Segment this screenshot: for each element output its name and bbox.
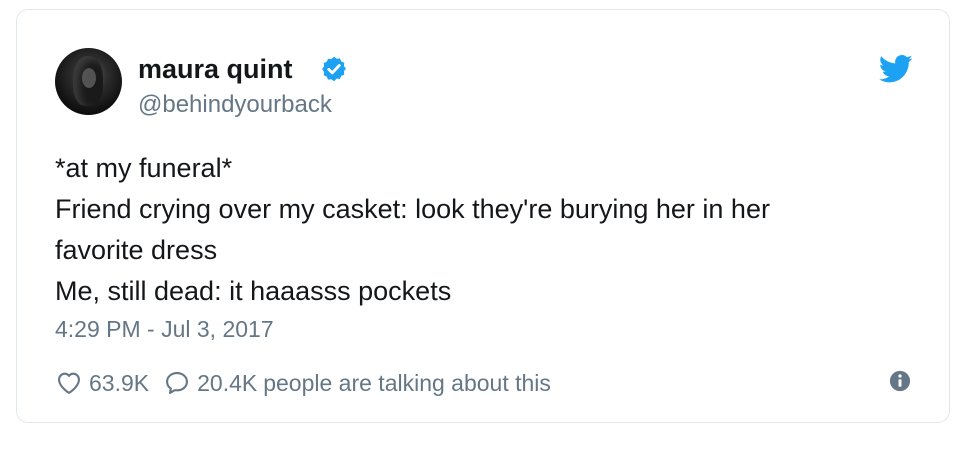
speech-bubble-icon [166, 372, 189, 394]
twitter-bird-icon[interactable] [879, 54, 913, 84]
tweet-text: *at my funeral* Friend crying over my ca… [55, 148, 915, 312]
tweet-line: favorite dress [55, 235, 218, 265]
tweet-card[interactable]: maura quint @behindyourback *at my funer… [16, 9, 950, 423]
tweet-line: Friend crying over my casket: look they'… [55, 194, 770, 224]
avatar[interactable] [55, 48, 122, 115]
tweet-line: Me, still dead: it haaasss pockets [55, 276, 452, 306]
author-display-name[interactable]: maura quint [138, 54, 293, 84]
reply-count: 20.4K [197, 369, 258, 396]
like-button[interactable]: 63.9K [55, 369, 149, 397]
heart-icon [58, 372, 80, 394]
like-count: 63.9K [89, 369, 150, 396]
tweet-line: *at my funeral* [55, 153, 233, 183]
author-handle[interactable]: @behindyourback [138, 90, 332, 120]
tweet-actions: 63.9K 20.4K people are talking about thi… [55, 367, 551, 399]
talking-about-label: people are talking about this [263, 369, 551, 396]
verified-badge-icon [322, 56, 346, 82]
tweet-timestamp[interactable]: 4:29 PM - Jul 3, 2017 [55, 314, 274, 344]
info-icon[interactable] [889, 370, 911, 392]
avatar-face [82, 68, 96, 88]
reply-button[interactable]: 20.4K people are talking about this [163, 369, 551, 397]
